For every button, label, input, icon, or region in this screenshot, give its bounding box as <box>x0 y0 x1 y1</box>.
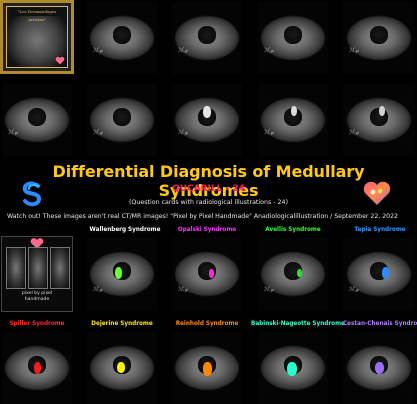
scan-tile-r2-c5: ℳ𝓎 <box>343 84 415 156</box>
artist-signature: ℳ𝓎 <box>264 47 274 54</box>
cover-card-frame: "Los Dermatologos Artistas" <box>0 0 74 74</box>
preview-panel <box>50 247 70 289</box>
artist-signature: ℳ𝓎 <box>264 286 274 293</box>
scan-tile-r1-c2: ℳ𝓎 <box>87 2 157 74</box>
artist-signature: ℳ𝓎 <box>93 129 103 136</box>
scan-tile-r3-c4: ℳ𝓎 <box>258 237 328 311</box>
cover-card-title: "Los Dermatologos Artistas" <box>13 8 61 22</box>
preview-panel <box>6 247 26 289</box>
series-subtitle: (Question cards with radiological illust… <box>128 199 289 206</box>
artist-signature: ℳ𝓎 <box>178 47 188 54</box>
artist-signature: ℳ𝓎 <box>178 129 188 136</box>
artist-signature: ℳ𝓎 <box>349 129 359 136</box>
scan-tile-r2-c4: ℳ𝓎 <box>258 84 328 156</box>
syndrome-label: Babinski-Nageotte Syndrome <box>251 321 345 327</box>
artist-signature: ℳ𝓎 <box>349 47 359 54</box>
scan-tile-r2-c2: ℳ𝓎 <box>87 84 157 156</box>
disclaimer-line: Watch out! These images aren't real CT/M… <box>7 213 398 220</box>
scan-tile-r1-c5: ℳ𝓎 <box>343 2 415 74</box>
page-title: Differential Diagnosis of Medullary Synd… <box>52 162 365 200</box>
preview-card: pixel by pixel handmade <box>1 236 73 312</box>
scan-tile-r3-c5: ℳ𝓎 <box>343 237 415 311</box>
scan-tile-r3-c3: ℳ𝓎 <box>172 237 242 311</box>
artist-signature: ℳ𝓎 <box>349 286 359 293</box>
artist-signature: ℳ𝓎 <box>8 129 18 136</box>
scan-tile-r4-c2 <box>87 332 157 404</box>
preview-panel <box>28 247 48 289</box>
syndrome-label: Tapia Syndrome <box>354 227 406 233</box>
scan-tile-r4-c5 <box>343 332 415 404</box>
scan-tile-r2-c1: ℳ𝓎 <box>2 84 72 156</box>
scan-tile-r4-c4 <box>258 332 328 404</box>
scan-tile-r2-c3: ℳ𝓎 <box>172 84 242 156</box>
preview-caption: pixel by pixel handmade <box>21 291 53 302</box>
scan-tile-r4-c3 <box>172 332 242 404</box>
artist-signature: ℳ𝓎 <box>93 286 103 293</box>
syndrome-label: Avellis Syndrome <box>265 227 321 233</box>
scan-tile-r3-c2: ℳ𝓎 <box>87 237 157 311</box>
scan-tile-r1-c4: ℳ𝓎 <box>258 2 328 74</box>
artist-signature: ℳ𝓎 <box>264 129 274 136</box>
artist-signature: ℳ𝓎 <box>178 286 188 293</box>
syndrome-label: Spiller Syndrome <box>9 321 65 327</box>
scan-tile-r1-c3: ℳ𝓎 <box>172 2 242 74</box>
syndrome-label: Dejerine Syndrome <box>91 321 153 327</box>
syndrome-label: Wallenberg Syndrome <box>89 227 161 233</box>
syndrome-label: Cestan-Chenais Syndrome <box>343 321 417 327</box>
syndrome-label: Reinhold Syndrome <box>175 321 239 327</box>
scan-tile-r4-c1 <box>2 332 72 404</box>
syndrome-label: Opalski Syndrome <box>177 227 237 233</box>
series-code: QUCARILL - 24 <box>172 184 245 194</box>
artist-signature: ℳ𝓎 <box>93 47 103 54</box>
heart-icon <box>55 56 65 65</box>
